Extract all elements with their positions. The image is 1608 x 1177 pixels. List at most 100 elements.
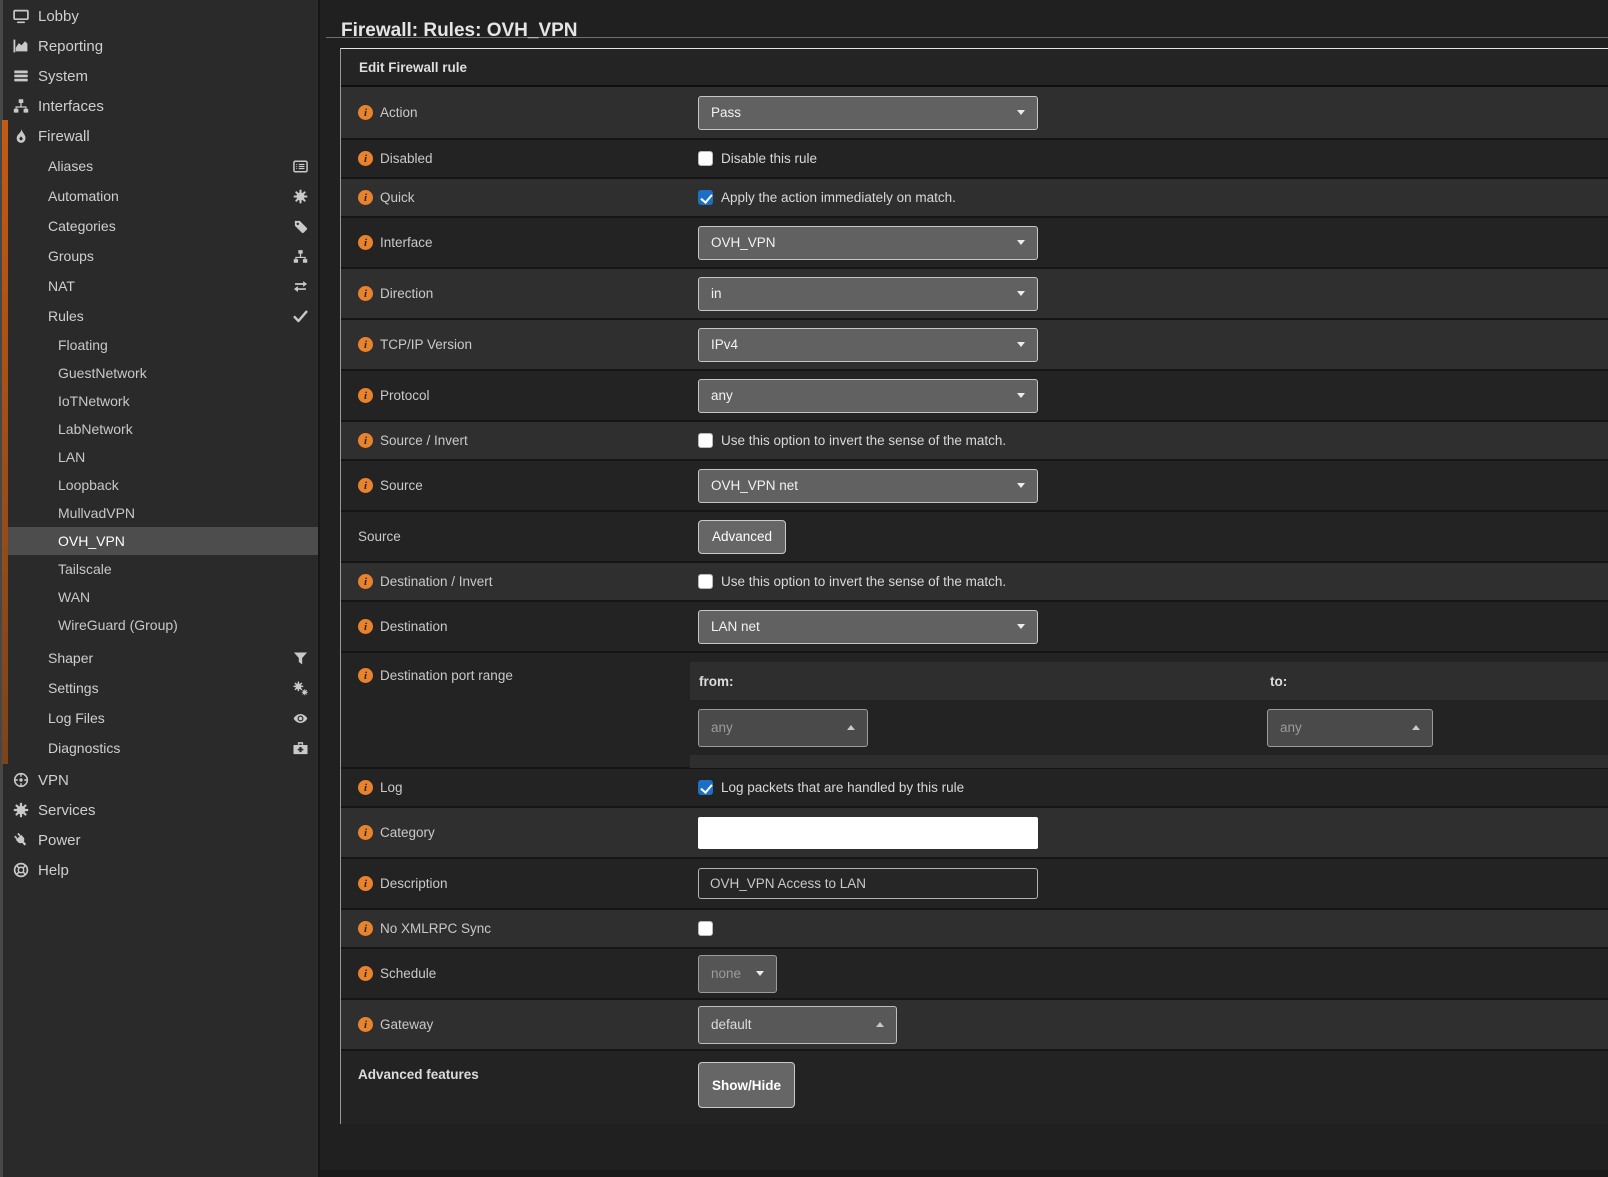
- source-advanced-button[interactable]: Advanced: [698, 520, 786, 554]
- sidebar-item-vpn[interactable]: VPN: [0, 765, 318, 795]
- sidebar-item-label: Reporting: [38, 38, 103, 55]
- sidebar-item-reporting[interactable]: Reporting: [0, 31, 318, 61]
- sidebar-item-mullvadvpn[interactable]: MullvadVPN: [0, 499, 318, 527]
- list-alt-icon: [293, 159, 308, 174]
- sidebar-item-power[interactable]: Power: [0, 825, 318, 855]
- sidebar-item-interfaces[interactable]: Interfaces: [0, 91, 318, 121]
- checkbox-label: Use this option to invert the sense of t…: [721, 433, 1006, 448]
- sidebar-item-services[interactable]: Services: [0, 795, 318, 825]
- sidebar-item-shaper[interactable]: Shaper: [0, 643, 318, 673]
- sidebar-item-label: Floating: [58, 337, 108, 353]
- info-icon[interactable]: i: [358, 574, 373, 589]
- info-icon[interactable]: i: [358, 105, 373, 120]
- sidebar-item-label: Shaper: [48, 650, 93, 666]
- info-icon[interactable]: i: [358, 668, 373, 683]
- chevron-up-icon: [876, 1022, 884, 1027]
- info-icon[interactable]: i: [358, 337, 373, 352]
- info-icon[interactable]: i: [358, 921, 373, 936]
- form-row-quick: iQuick Apply the action immediately on m…: [341, 177, 1608, 216]
- edit-firewall-rule-panel: Edit Firewall rule iAction Pass iDisable…: [340, 48, 1608, 1124]
- sidebar-item-lobby[interactable]: Lobby: [0, 1, 318, 31]
- field-label: Action: [380, 105, 418, 120]
- sidebar-item-categories[interactable]: Categories: [0, 211, 318, 241]
- info-icon[interactable]: i: [358, 1017, 373, 1032]
- sidebar-item-iotnetwork[interactable]: IoTNetwork: [0, 387, 318, 415]
- info-icon[interactable]: i: [358, 966, 373, 981]
- quick-checkbox[interactable]: [698, 190, 713, 205]
- sidebar-item-lan[interactable]: LAN: [0, 443, 318, 471]
- destination-invert-checkbox[interactable]: [698, 574, 713, 589]
- funnel-icon: [293, 651, 308, 666]
- port-to-select[interactable]: any: [1267, 709, 1433, 747]
- form-row-destination: iDestination LAN net: [341, 600, 1608, 651]
- sidebar-item-wireguard-group[interactable]: WireGuard (Group): [0, 611, 318, 639]
- gateway-select[interactable]: default: [698, 1006, 897, 1044]
- desktop-icon: [13, 8, 29, 24]
- port-to-value: any: [1280, 720, 1302, 735]
- info-icon[interactable]: i: [358, 780, 373, 795]
- chevron-up-icon: [1412, 725, 1420, 730]
- ipversion-select[interactable]: IPv4: [698, 328, 1038, 362]
- disabled-checkbox[interactable]: [698, 151, 713, 166]
- action-select[interactable]: Pass: [698, 96, 1038, 130]
- sidebar-item-guestnetwork[interactable]: GuestNetwork: [0, 359, 318, 387]
- sidebar-item-label: Help: [38, 862, 69, 879]
- sidebar-item-automation[interactable]: Automation: [0, 181, 318, 211]
- sidebar-item-nat[interactable]: NAT: [0, 271, 318, 301]
- sidebar-item-aliases[interactable]: Aliases: [0, 151, 318, 181]
- show-hide-button[interactable]: Show/Hide: [698, 1062, 795, 1108]
- sidebar-item-labnetwork[interactable]: LabNetwork: [0, 415, 318, 443]
- sidebar-item-diagnostics[interactable]: Diagnostics: [0, 733, 318, 763]
- info-icon[interactable]: i: [358, 235, 373, 250]
- medkit-icon: [293, 741, 308, 756]
- sidebar-item-floating[interactable]: Floating: [0, 331, 318, 359]
- chevron-up-icon: [847, 725, 855, 730]
- destination-select[interactable]: LAN net: [698, 610, 1038, 644]
- sidebar-item-help[interactable]: Help: [0, 855, 318, 885]
- info-icon[interactable]: i: [358, 478, 373, 493]
- info-icon[interactable]: i: [358, 876, 373, 891]
- sidebar-item-tailscale[interactable]: Tailscale: [0, 555, 318, 583]
- form-row-gateway: iGateway default: [341, 998, 1608, 1049]
- sidebar-item-settings[interactable]: Settings: [0, 673, 318, 703]
- source-invert-checkbox[interactable]: [698, 433, 713, 448]
- eye-icon: [293, 711, 308, 726]
- sidebar-item-loopback[interactable]: Loopback: [0, 471, 318, 499]
- info-icon[interactable]: i: [358, 151, 373, 166]
- interface-select[interactable]: OVH_VPN: [698, 226, 1038, 260]
- field-label: Schedule: [380, 966, 436, 981]
- port-from-select[interactable]: any: [698, 709, 868, 747]
- info-icon[interactable]: i: [358, 619, 373, 634]
- sidebar-item-label: NAT: [48, 278, 75, 294]
- info-icon[interactable]: i: [358, 388, 373, 403]
- sidebar-item-wan[interactable]: WAN: [0, 583, 318, 611]
- description-input[interactable]: [698, 868, 1038, 899]
- schedule-select[interactable]: none: [698, 955, 777, 993]
- direction-select[interactable]: in: [698, 277, 1038, 311]
- info-icon[interactable]: i: [358, 433, 373, 448]
- active-section-accent-bar: [2, 120, 8, 764]
- sidebar-item-label: Diagnostics: [48, 740, 120, 756]
- sidebar-item-rules[interactable]: Rules: [0, 301, 318, 331]
- sidebar-item-log-files[interactable]: Log Files: [0, 703, 318, 733]
- info-icon[interactable]: i: [358, 286, 373, 301]
- main-content: Firewall: Rules: OVH_VPN Edit Firewall r…: [320, 0, 1608, 1177]
- chevron-down-icon: [1017, 483, 1025, 488]
- info-icon[interactable]: i: [358, 825, 373, 840]
- form-rows: iAction Pass iDisabled Disable this rule…: [341, 87, 1608, 1124]
- chevron-down-icon: [756, 971, 764, 976]
- checkbox-label: Apply the action immediately on match.: [721, 190, 956, 205]
- no-xmlrpc-checkbox[interactable]: [698, 921, 713, 936]
- sidebar-item-groups[interactable]: Groups: [0, 241, 318, 271]
- form-row-action: i Action Pass: [341, 87, 1608, 138]
- category-input[interactable]: [698, 817, 1038, 849]
- sidebar-item-system[interactable]: System: [0, 61, 318, 91]
- info-icon[interactable]: i: [358, 190, 373, 205]
- source-select[interactable]: OVH_VPN net: [698, 469, 1038, 503]
- log-checkbox[interactable]: [698, 780, 713, 795]
- sidebar-item-ovh-vpn-selected[interactable]: OVH_VPN: [0, 527, 318, 555]
- field-label: Interface: [380, 235, 433, 250]
- field-label: Destination / Invert: [380, 574, 493, 589]
- sidebar-item-firewall[interactable]: Firewall: [0, 121, 318, 151]
- protocol-select[interactable]: any: [698, 379, 1038, 413]
